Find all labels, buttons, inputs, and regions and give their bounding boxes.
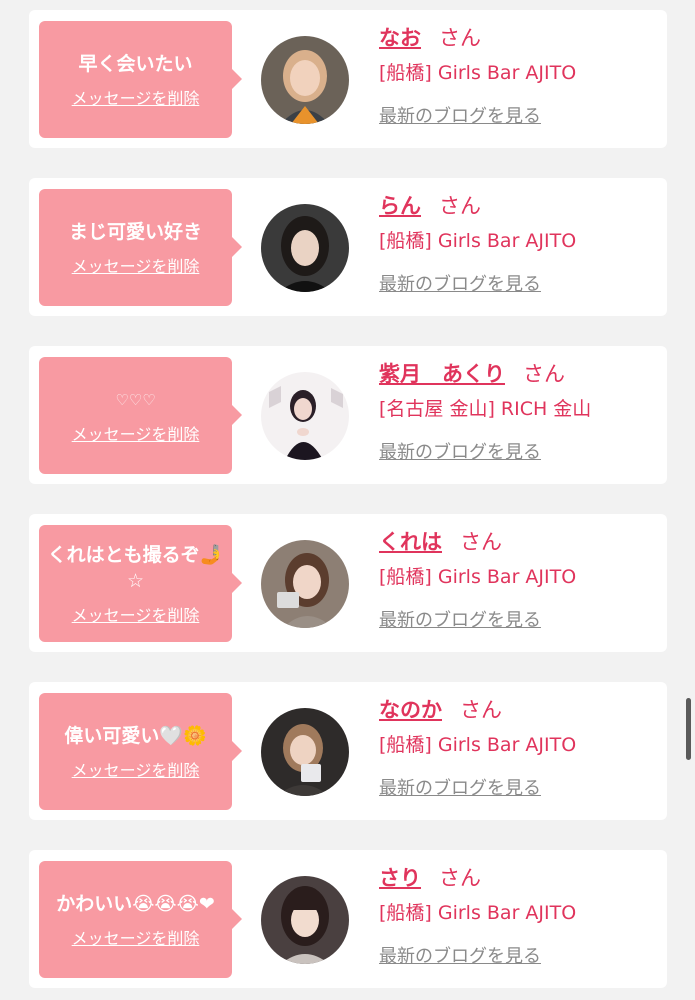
honorific: さん: [460, 530, 502, 554]
message-card: 早く会いたい メッセージを削除 なお さん [船橋] Girls Bar AJIT…: [29, 10, 667, 148]
shop-name: [名古屋 金山] RICH 金山: [379, 398, 592, 420]
message-card: くれはとも撮るぞ🤳☆ メッセージを削除 くれは さん [船橋] Girls Bar…: [29, 514, 667, 652]
avatar-photo: [261, 372, 349, 460]
shop-name: [船橋] Girls Bar AJITO: [379, 230, 577, 252]
honorific: さん: [439, 26, 481, 50]
message-bubble: 偉い可愛い🤍🌼 メッセージを削除: [39, 693, 242, 810]
message-bubble: ♡♡♡ メッセージを削除: [39, 357, 242, 474]
shop-name: [船橋] Girls Bar AJITO: [379, 62, 577, 84]
shop-name: [船橋] Girls Bar AJITO: [379, 902, 577, 924]
avatar-photo: [261, 36, 349, 124]
avatar[interactable]: [261, 372, 349, 460]
message-text: くれはとも撮るぞ🤳☆: [47, 543, 224, 592]
delete-message-link[interactable]: メッセージを削除: [72, 602, 200, 626]
message-bubble: かわいい😭😭😭❤ メッセージを削除: [39, 861, 242, 978]
sender-info: くれは さん [船橋] Girls Bar AJITO 最新のブログを見る: [379, 528, 659, 633]
avatar-photo: [261, 540, 349, 628]
avatar[interactable]: [261, 36, 349, 124]
message-text: 偉い可愛い🤍🌼: [64, 724, 207, 747]
sender-info: なお さん [船橋] Girls Bar AJITO 最新のブログを見る: [379, 24, 659, 129]
message-text: かわいい😭😭😭❤: [56, 892, 215, 915]
shop-name: [船橋] Girls Bar AJITO: [379, 734, 577, 756]
sender-name-link[interactable]: なお: [379, 26, 421, 50]
avatar-photo: [261, 708, 349, 796]
sender-info: さり さん [船橋] Girls Bar AJITO 最新のブログを見る: [379, 864, 659, 969]
delete-message-link[interactable]: メッセージを削除: [72, 253, 200, 277]
avatar-photo: [261, 204, 349, 292]
delete-message-link[interactable]: メッセージを削除: [72, 85, 200, 109]
message-card: まじ可愛い好き メッセージを削除 らん さん [船橋] Girls Bar AJI…: [29, 178, 667, 316]
sender-name-link[interactable]: 紫月 あくり: [379, 362, 505, 386]
latest-blog-link[interactable]: 最新のブログを見る: [379, 777, 659, 801]
shop-name: [船橋] Girls Bar AJITO: [379, 566, 577, 588]
avatar[interactable]: [261, 540, 349, 628]
sender-info: なのか さん [船橋] Girls Bar AJITO 最新のブログを見る: [379, 696, 659, 801]
scrollbar[interactable]: [686, 698, 691, 760]
message-text: まじ可愛い好き: [68, 220, 202, 243]
latest-blog-link[interactable]: 最新のブログを見る: [379, 273, 659, 297]
honorific: さん: [460, 698, 502, 722]
message-card: 偉い可愛い🤍🌼 メッセージを削除 なのか さん [船橋] Girls Bar AJ…: [29, 682, 667, 820]
latest-blog-link[interactable]: 最新のブログを見る: [379, 105, 659, 129]
sender-name-link[interactable]: なのか: [379, 698, 442, 722]
message-card: ♡♡♡ メッセージを削除 紫月 あくり さん [名古屋 金山] RICH 金山 最…: [29, 346, 667, 484]
honorific: さん: [439, 194, 481, 218]
latest-blog-link[interactable]: 最新のブログを見る: [379, 441, 659, 465]
honorific: さん: [439, 866, 481, 890]
message-bubble: くれはとも撮るぞ🤳☆ メッセージを削除: [39, 525, 242, 642]
avatar-photo: [261, 876, 349, 964]
avatar[interactable]: [261, 708, 349, 796]
message-text: 早く会いたい: [78, 52, 193, 75]
avatar[interactable]: [261, 204, 349, 292]
latest-blog-link[interactable]: 最新のブログを見る: [379, 609, 659, 633]
sender-name-link[interactable]: くれは: [379, 530, 442, 554]
sender-info: らん さん [船橋] Girls Bar AJITO 最新のブログを見る: [379, 192, 659, 297]
latest-blog-link[interactable]: 最新のブログを見る: [379, 945, 659, 969]
message-bubble: 早く会いたい メッセージを削除: [39, 21, 242, 138]
sender-name-link[interactable]: さり: [379, 866, 421, 890]
delete-message-link[interactable]: メッセージを削除: [72, 421, 200, 445]
message-text: ♡♡♡: [115, 390, 156, 409]
sender-info: 紫月 あくり さん [名古屋 金山] RICH 金山 最新のブログを見る: [379, 360, 659, 465]
sender-name-link[interactable]: らん: [379, 194, 421, 218]
message-card: かわいい😭😭😭❤ メッセージを削除 さり さん [船橋] Girls Bar AJ…: [29, 850, 667, 988]
delete-message-link[interactable]: メッセージを削除: [72, 757, 200, 781]
honorific: さん: [523, 362, 565, 386]
delete-message-link[interactable]: メッセージを削除: [72, 925, 200, 949]
avatar[interactable]: [261, 876, 349, 964]
message-bubble: まじ可愛い好き メッセージを削除: [39, 189, 242, 306]
